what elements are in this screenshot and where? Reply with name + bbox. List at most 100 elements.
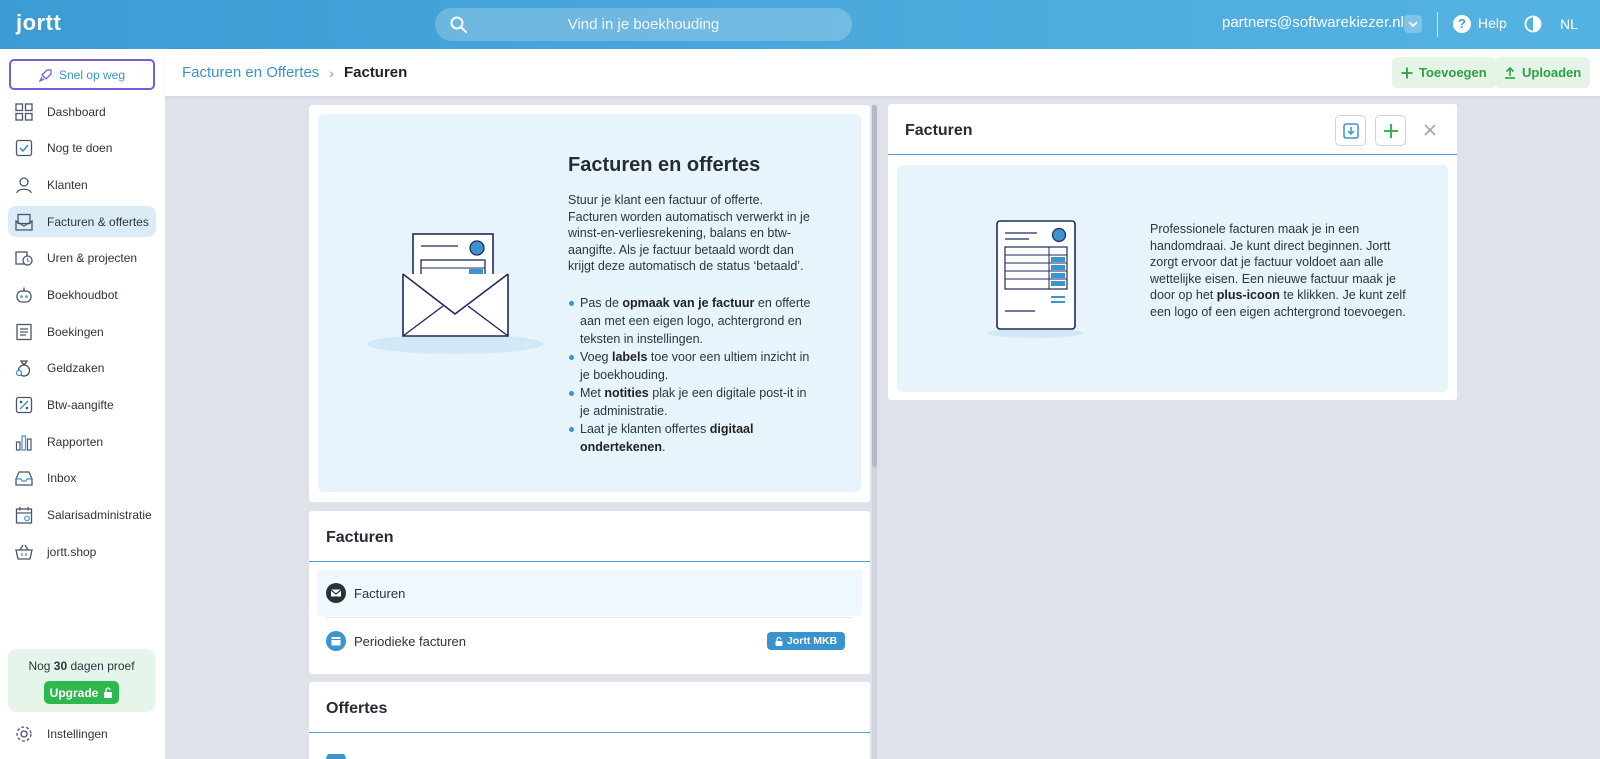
upgrade-button[interactable]: Upgrade: [44, 681, 119, 704]
add-invoice-button[interactable]: [1375, 115, 1406, 146]
invoices-card-title: Facturen: [326, 529, 394, 546]
download-button[interactable]: [1335, 115, 1366, 146]
add-button[interactable]: Toevoegen: [1392, 57, 1496, 88]
unlock-icon: [104, 687, 113, 698]
sidebar-item-btw-aangifte[interactable]: Btw-aangifte: [8, 390, 156, 421]
plus-icon: [1383, 123, 1398, 138]
money-bag-icon: [15, 360, 31, 377]
sidebar-item-boekhoudbot[interactable]: Boekhoudbot: [8, 279, 156, 310]
bot-icon: [16, 287, 32, 303]
envelope-icon: [326, 754, 346, 759]
intro-panel: Facturen en offertes Stuur je klant een …: [318, 114, 861, 492]
sidebar-item-boekingen[interactable]: Boekingen: [8, 316, 156, 347]
account-email[interactable]: partners@softwarekiezer.nl: [1222, 14, 1404, 31]
list-item-periodieke-facturen[interactable]: Periodieke facturen Jortt MKB: [317, 618, 862, 664]
envelope-icon: [326, 583, 346, 603]
invoice-icon: [15, 213, 33, 231]
contrast-toggle-icon[interactable]: [1524, 15, 1542, 33]
bullet-bold: opmaak van je factuur: [622, 296, 755, 310]
lock-icon: [775, 636, 783, 646]
add-label: Toevoegen: [1419, 65, 1487, 80]
sidebar-item-uren-projecten[interactable]: Uren & projecten: [8, 243, 156, 274]
offers-card: Offertes: [309, 682, 870, 759]
search-bar[interactable]: Vind in je boekhouding: [435, 8, 852, 41]
trial-box: Nog 30 dagen proef Upgrade: [8, 649, 155, 712]
book-icon: [16, 323, 32, 340]
bullet-text: Voeg: [580, 350, 612, 364]
bullet-text: .: [661, 440, 666, 454]
bullet-text: Met: [580, 386, 605, 400]
user-icon: [16, 177, 32, 194]
sidebar-item-salarisadministratie[interactable]: Salarisadministratie: [8, 500, 156, 531]
offers-card-title: Offertes: [326, 700, 388, 717]
plus-icon: [1401, 67, 1413, 78]
sidebar-item-facturen-offertes[interactable]: Facturen & offertes: [8, 206, 156, 238]
sidebar-item-jortt-shop[interactable]: jortt.shop: [8, 536, 156, 567]
sidebar-item-inbox[interactable]: Inbox: [8, 463, 156, 494]
basket-icon: [15, 544, 33, 560]
sidebar-item-klanten[interactable]: Klanten: [8, 169, 156, 200]
percent-icon: [15, 396, 33, 414]
panel-title: Facturen: [905, 122, 973, 139]
invoices-card: Facturen Facturen Periodieke facturen Jo…: [309, 511, 870, 674]
topbar-divider: [1437, 12, 1438, 37]
sidebar-item-label: Dashboard: [47, 104, 106, 119]
sidebar-item-label: Btw-aangifte: [47, 398, 114, 412]
breadcrumb-chevron-icon: ›: [329, 64, 334, 81]
intro-bullet: Pas de opmaak van je factuur en offerte …: [568, 294, 813, 348]
card-divider: [888, 154, 1457, 155]
sub-header: Facturen en Offertes › Facturen Toevoege…: [165, 49, 1600, 96]
sidebar-item-instellingen[interactable]: Instellingen: [15, 725, 108, 743]
sidebar-item-label: Geldzaken: [47, 361, 105, 376]
invoice-illustration-icon: [987, 220, 1083, 338]
sidebar-item-dashboard[interactable]: Dashboard: [8, 96, 156, 127]
sidebar-item-label: Nog te doen: [47, 141, 113, 156]
help-icon[interactable]: ?: [1453, 15, 1471, 33]
sidebar-item-rapporten[interactable]: Rapporten: [8, 426, 156, 457]
plan-badge-label: Jortt MKB: [787, 635, 838, 647]
jortt-logo[interactable]: jortt: [16, 10, 61, 36]
clock-icon: [15, 251, 33, 266]
help-link[interactable]: Help: [1478, 15, 1507, 31]
bullet-text: Laat je klanten offertes: [580, 422, 710, 436]
content-scrollbar[interactable]: [872, 105, 877, 759]
trial-prefix: Nog: [28, 659, 54, 673]
plan-badge: Jortt MKB: [767, 632, 846, 650]
calendar-icon: [326, 631, 346, 651]
breadcrumb-parent[interactable]: Facturen en Offertes: [182, 64, 319, 81]
close-icon[interactable]: [1420, 120, 1440, 140]
sidebar-item-label: Rapporten: [47, 434, 104, 449]
quickstart-label: Snel op weg: [58, 67, 126, 82]
account-chevron-down-icon[interactable]: [1404, 15, 1422, 33]
trial-days: 30: [53, 659, 68, 673]
detail-panel: Facturen Professionele facturen maak je …: [888, 104, 1457, 400]
checkbox-icon: [15, 140, 33, 157]
sidebar-item-label: Instellingen: [47, 727, 108, 741]
gear-icon: [16, 726, 32, 742]
sidebar-item-nog-te-doen[interactable]: Nog te doen: [8, 133, 156, 164]
bar-chart-icon: [15, 435, 32, 451]
upgrade-label: Upgrade: [49, 685, 99, 700]
sidebar-item-label: Facturen & offertes: [47, 214, 149, 229]
top-bar: jortt Vind in je boekhouding partners@so…: [0, 0, 1600, 49]
language-switch[interactable]: NL: [1560, 16, 1578, 32]
intro-bullet: Voeg labels toe voor een ultiem inzicht …: [568, 348, 813, 384]
panel-text-bold: plus-icoon: [1216, 288, 1280, 303]
envelope-illustration-icon: [367, 233, 543, 354]
intro-bullet: Met notities plak je een digitale post-i…: [568, 384, 813, 420]
sidebar: Snel op weg Dashboard Nog te doen Klante…: [0, 49, 165, 759]
upload-button[interactable]: Uploaden: [1495, 57, 1591, 88]
sidebar-item-geldzaken[interactable]: Geldzaken: [8, 353, 156, 384]
quickstart-button[interactable]: Snel op weg: [9, 59, 155, 90]
card-divider: [309, 732, 870, 733]
scrollbar-thumb[interactable]: [872, 105, 877, 467]
breadcrumb: Facturen en Offertes › Facturen: [182, 64, 407, 81]
list-item-facturen[interactable]: Facturen: [317, 570, 862, 616]
breadcrumb-current: Facturen: [343, 64, 408, 81]
sidebar-item-label: Inbox: [47, 471, 77, 486]
list-item-label: Facturen: [354, 585, 406, 601]
trial-suffix: dagen proef: [67, 659, 135, 673]
sidebar-item-label: Boekingen: [47, 324, 104, 339]
sidebar-item-label: Uren & projecten: [47, 251, 138, 266]
bullet-bold: notities: [604, 386, 649, 400]
